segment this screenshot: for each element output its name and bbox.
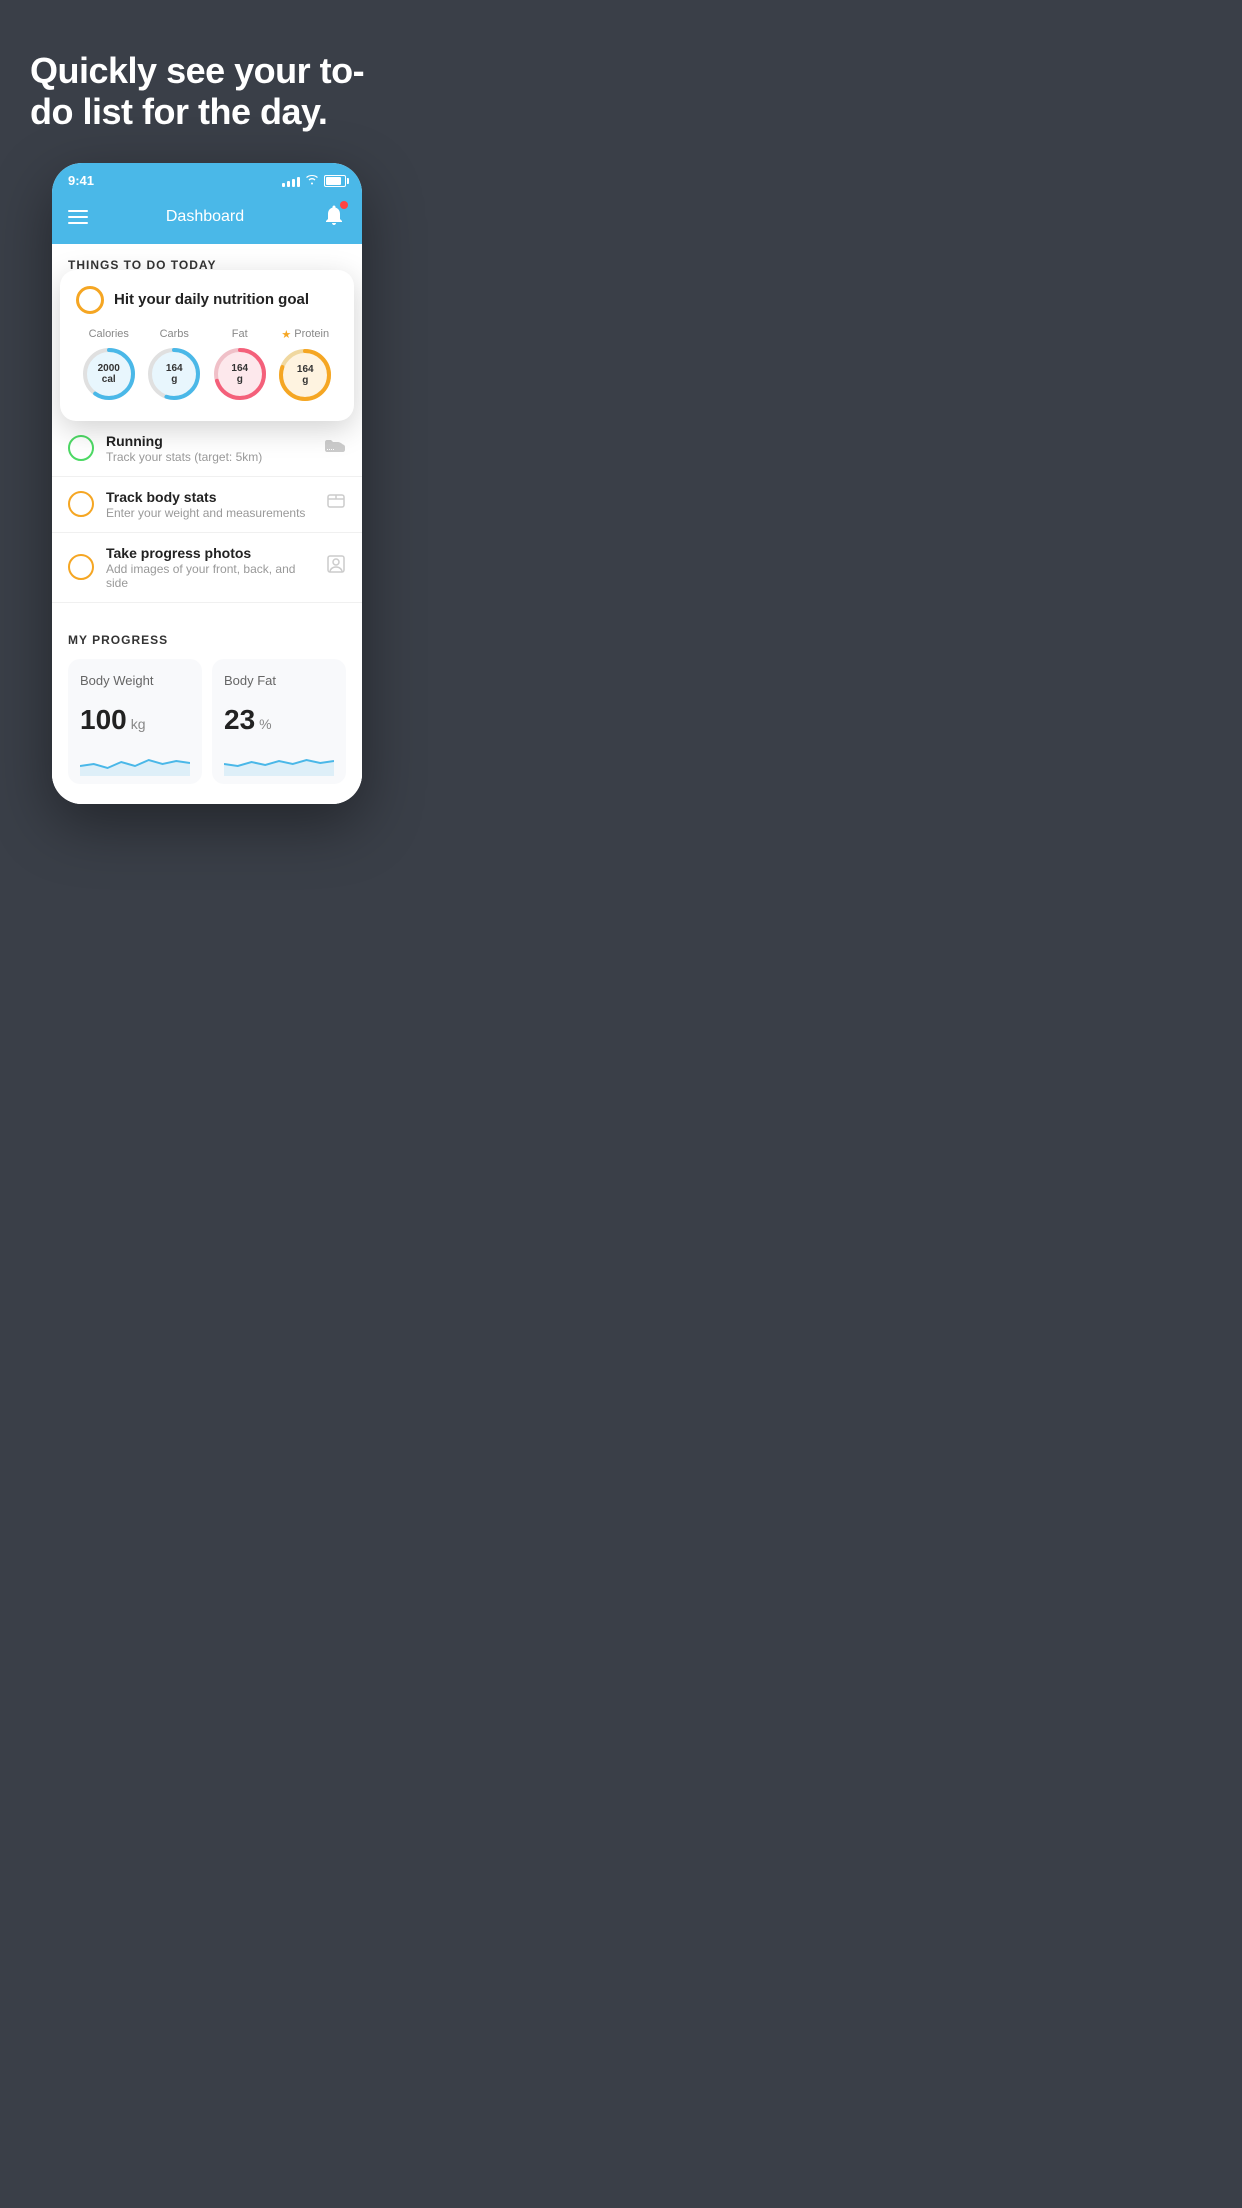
calories-chart: 2000cal [79,344,139,404]
progress-cards: Body Weight 100 kg [68,659,346,784]
signal-bar-3 [292,179,295,187]
page-wrapper: Quickly see your to-do list for the day.… [0,0,414,824]
photos-text: Take progress photos Add images of your … [106,545,314,590]
battery-icon [324,175,346,187]
carbs-chart: 164g [144,344,204,404]
photos-title: Take progress photos [106,545,314,561]
menu-line-1 [68,210,88,212]
card-title-row: Hit your daily nutrition goal [76,286,338,314]
nutrition-card-title: Hit your daily nutrition goal [114,291,309,308]
todo-item-body-stats[interactable]: Track body stats Enter your weight and m… [52,477,362,533]
body-stats-text: Track body stats Enter your weight and m… [106,489,314,520]
carbs-value: 164g [166,363,183,385]
app-header: Dashboard [52,195,362,244]
notification-dot [340,201,348,209]
menu-line-3 [68,222,88,224]
signal-bar-2 [287,181,290,187]
fat-chart: 164g [210,344,270,404]
app-content: THINGS TO DO TODAY Hit your daily nutrit… [52,244,362,804]
fat-value: 164g [231,363,248,385]
phone-container: 9:41 [0,153,414,804]
signal-bar-1 [282,183,285,187]
body-fat-card: Body Fat 23 % [212,659,346,784]
running-text: Running Track your stats (target: 5km) [106,433,312,464]
body-stats-check-circle[interactable] [68,491,94,517]
protein-value: 164g [297,364,314,386]
menu-line-2 [68,216,88,218]
signal-bar-4 [297,177,300,187]
progress-section: MY PROGRESS Body Weight 100 kg [52,619,362,804]
nutrition-card: Hit your daily nutrition goal Calories [60,270,354,421]
status-bar: 9:41 [52,163,362,195]
photos-subtitle: Add images of your front, back, and side [106,562,314,590]
todo-list: Running Track your stats (target: 5km) [52,421,362,603]
todo-item-photos[interactable]: Take progress photos Add images of your … [52,533,362,603]
scale-icon [326,491,346,517]
running-subtitle: Track your stats (target: 5km) [106,450,312,464]
body-fat-unit: % [259,716,271,732]
signal-bars-icon [282,175,300,187]
body-fat-chart [224,746,334,776]
body-weight-value: 100 kg [80,704,190,736]
hero-title: Quickly see your to-do list for the day. [30,50,384,133]
calories-item: Calories 2000cal [79,328,139,405]
body-weight-label: Body Weight [80,673,190,688]
status-icons [282,173,346,188]
body-weight-unit: kg [131,716,146,732]
carbs-label: Carbs [160,328,189,340]
wifi-icon [305,173,319,188]
body-stats-subtitle: Enter your weight and measurements [106,506,314,520]
nutrition-grid: Calories 2000cal [76,328,338,405]
hamburger-menu-button[interactable] [68,210,88,224]
todo-item-running[interactable]: Running Track your stats (target: 5km) [52,421,362,477]
protein-item: ★ Protein 164g [275,328,335,405]
fat-label: Fat [232,328,248,340]
bottom-spacer [0,804,414,824]
status-time: 9:41 [68,173,94,188]
running-check-circle[interactable] [68,435,94,461]
person-photo-icon [326,554,346,580]
calories-value: 2000cal [98,363,120,385]
task-check-circle[interactable] [76,286,104,314]
carbs-item: Carbs 164g [144,328,204,405]
phone-frame: 9:41 [52,163,362,804]
body-weight-chart [80,746,190,776]
fat-item: Fat 164g [210,328,270,405]
dashboard-title: Dashboard [166,208,244,226]
progress-title: MY PROGRESS [68,633,346,647]
shoe-icon [324,437,346,460]
body-stats-title: Track body stats [106,489,314,505]
protein-label: ★ Protein [281,328,329,341]
star-icon: ★ [281,328,291,341]
battery-fill [326,177,341,185]
hero-section: Quickly see your to-do list for the day. [0,0,414,153]
body-fat-label: Body Fat [224,673,334,688]
body-fat-value: 23 % [224,704,334,736]
photos-check-circle[interactable] [68,554,94,580]
notification-bell-button[interactable] [322,203,346,232]
running-title: Running [106,433,312,449]
protein-chart: 164g [275,345,335,405]
body-weight-card: Body Weight 100 kg [68,659,202,784]
calories-label: Calories [89,328,129,340]
